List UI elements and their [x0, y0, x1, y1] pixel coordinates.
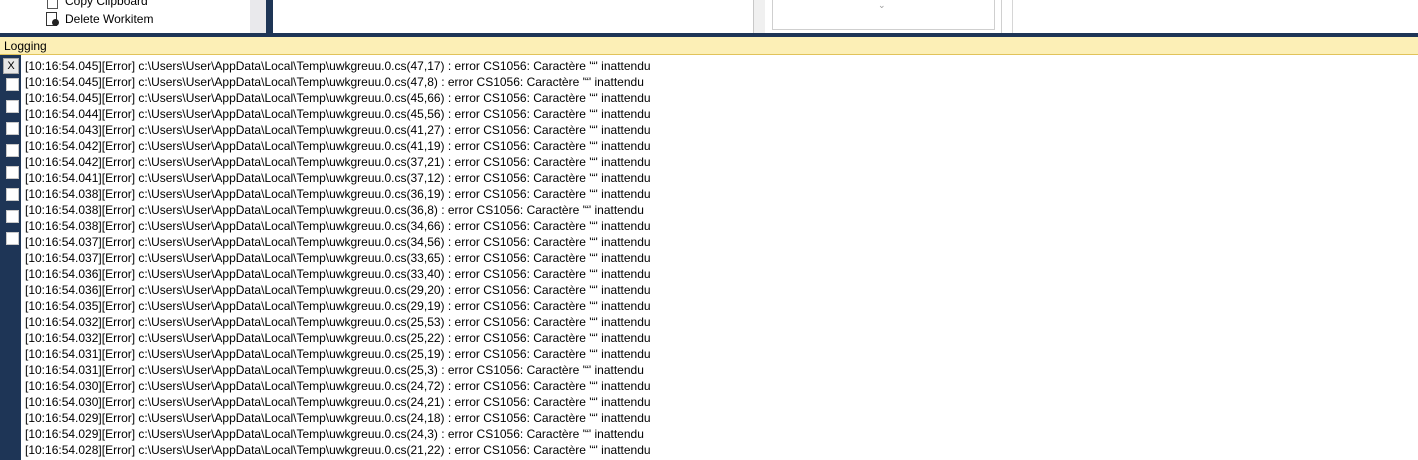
log-line: [10:16:54.041][Error] c:\Users\User\AppD… — [25, 171, 651, 185]
chevron-down-icon[interactable]: ⌄ — [878, 0, 886, 11]
top-area: Copy Clipboard Delete Workitem ⌄ — [0, 0, 1418, 33]
copy-clipboard-menu-item[interactable]: Copy Clipboard — [44, 0, 148, 9]
log-filter-checkbox[interactable] — [6, 100, 19, 113]
log-line: [10:16:54.037][Error] c:\Users\User\AppD… — [25, 251, 651, 265]
log-line: [10:16:54.045][Error] c:\Users\User\AppD… — [25, 91, 651, 105]
log-filter-checkbox[interactable] — [6, 122, 19, 135]
log-filter-checkbox[interactable] — [6, 166, 19, 179]
log-line: [10:16:54.038][Error] c:\Users\User\AppD… — [25, 187, 651, 201]
log-line: [10:16:54.035][Error] c:\Users\User\AppD… — [25, 299, 651, 313]
log-line: [10:16:54.042][Error] c:\Users\User\AppD… — [25, 155, 651, 169]
log-line: [10:16:54.029][Error] c:\Users\User\AppD… — [25, 427, 644, 441]
log-line: [10:16:54.031][Error] c:\Users\User\AppD… — [25, 347, 651, 361]
log-line: [10:16:54.029][Error] c:\Users\User\AppD… — [25, 411, 651, 425]
log-line: [10:16:54.036][Error] c:\Users\User\AppD… — [25, 267, 651, 281]
log-filter-checkbox[interactable] — [6, 144, 19, 157]
delete-workitem-label: Delete Workitem — [65, 12, 154, 26]
log-line: [10:16:54.045][Error] c:\Users\User\AppD… — [25, 75, 644, 89]
log-line: [10:16:54.043][Error] c:\Users\User\AppD… — [25, 123, 651, 137]
log-line: [10:16:54.028][Error] c:\Users\User\AppD… — [25, 443, 651, 457]
log-line: [10:16:54.036][Error] c:\Users\User\AppD… — [25, 283, 651, 297]
context-menu-panel: Copy Clipboard Delete Workitem — [0, 0, 250, 33]
delete-workitem-menu-item[interactable]: Delete Workitem — [44, 11, 153, 27]
far-right-panel — [1012, 0, 1418, 33]
log-line: [10:16:54.037][Error] c:\Users\User\AppD… — [25, 235, 651, 249]
log-filter-checkbox[interactable] — [6, 210, 19, 223]
copy-clipboard-icon — [44, 0, 60, 9]
logging-toolbar: X — [0, 55, 21, 460]
log-filter-checkbox[interactable] — [6, 78, 19, 91]
log-line: [10:16:54.042][Error] c:\Users\User\AppD… — [25, 139, 651, 153]
log-line: [10:16:54.038][Error] c:\Users\User\AppD… — [25, 219, 651, 233]
log-line: [10:16:54.031][Error] c:\Users\User\AppD… — [25, 363, 644, 377]
main-panel — [273, 0, 753, 33]
log-filter-checkbox[interactable] — [6, 188, 19, 201]
copy-clipboard-label: Copy Clipboard — [65, 0, 148, 8]
log-line: [10:16:54.044][Error] c:\Users\User\AppD… — [25, 107, 651, 121]
log-line: [10:16:54.038][Error] c:\Users\User\AppD… — [25, 203, 644, 217]
logging-panel: X [10:16:54.045][Error] c:\Users\User\Ap… — [0, 55, 1418, 460]
log-line: [10:16:54.032][Error] c:\Users\User\AppD… — [25, 331, 651, 345]
left-frame-edge — [266, 0, 273, 33]
log-line: [10:16:54.030][Error] c:\Users\User\AppD… — [25, 379, 651, 393]
log-line: [10:16:54.030][Error] c:\Users\User\AppD… — [25, 395, 651, 409]
log-output[interactable]: [10:16:54.045][Error] c:\Users\User\AppD… — [25, 58, 1415, 460]
log-line: [10:16:54.045][Error] c:\Users\User\AppD… — [25, 59, 651, 73]
close-logging-button[interactable]: X — [3, 58, 19, 74]
log-filter-checkbox[interactable] — [6, 232, 19, 245]
logging-panel-title: Logging — [0, 37, 1418, 55]
delete-workitem-icon — [44, 11, 60, 27]
app-window: Copy Clipboard Delete Workitem ⌄ Logging… — [0, 0, 1418, 460]
log-line: [10:16:54.032][Error] c:\Users\User\AppD… — [25, 315, 651, 329]
left-splitter[interactable] — [250, 0, 266, 33]
